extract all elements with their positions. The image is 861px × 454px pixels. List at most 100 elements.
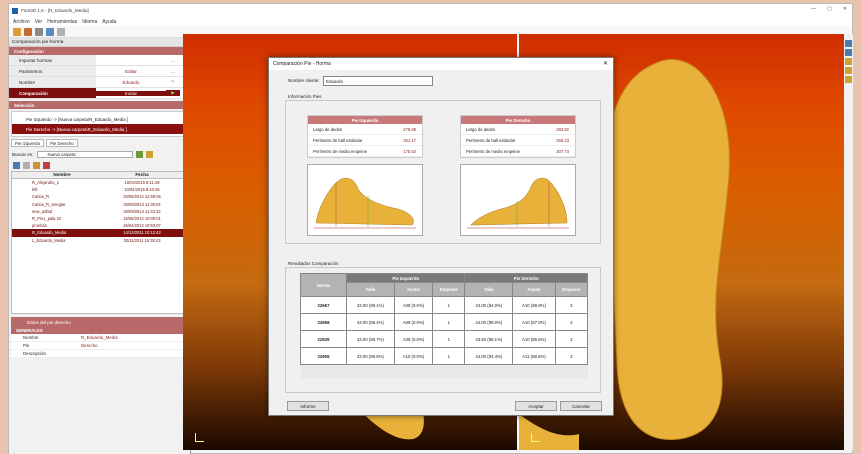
- name-value[interactable]: Eduardo: [96, 80, 166, 85]
- file-row[interactable]: new_adfad 30/09/2013 11:33:32: [12, 208, 187, 215]
- left-foot-card: Pie Izquierdo Largo de dedos 278.98 Perím…: [307, 115, 423, 158]
- browse-button[interactable]: ...: [166, 69, 180, 74]
- file-date: 10/04/2015 8:11:49: [124, 180, 160, 186]
- view-top-icon[interactable]: [845, 40, 852, 47]
- measure-value: 251.17: [403, 137, 416, 143]
- file-toolbar: [9, 160, 190, 171]
- file-row[interactable]: left 10/04/2015 8:10:46: [12, 186, 187, 193]
- file-row[interactable]: prueba1 26/04/2013 10:53:07: [12, 222, 187, 229]
- file-row[interactable]: Carlos_R_arreglar 30/09/2013 11:39:04: [12, 201, 187, 208]
- dialog-title: Comparación Pie - Horma: [273, 61, 331, 67]
- view-side-icon[interactable]: [845, 58, 852, 65]
- aceptar-button[interactable]: Aceptar: [515, 401, 557, 411]
- file-name: Carlos_R: [32, 194, 50, 200]
- left-cell: 1: [432, 330, 466, 348]
- right-cell: A10 (87.0%): [512, 313, 556, 331]
- file-date: 30/09/2013 12:59:06: [123, 194, 161, 200]
- select-icon[interactable]: [23, 162, 30, 169]
- right-foot-card-title: Pie Derecho: [461, 116, 575, 124]
- menu-idioma[interactable]: Idioma: [82, 19, 97, 25]
- result-row[interactable]: 22668 43.00 (98.4%) A09 (0.0%) 1 44.00 (99.0…: [300, 313, 589, 331]
- horma-cell: 22668: [300, 313, 347, 331]
- file-date: 16/09/2013 10:09:01: [123, 216, 161, 222]
- search-row: Buscar en: Nueva carpeta: [9, 149, 190, 160]
- foot-view-icon[interactable]: [845, 76, 852, 83]
- search-icon[interactable]: [57, 27, 65, 36]
- client-name-input[interactable]: Eduardo: [323, 76, 433, 86]
- minimize-icon[interactable]: —: [811, 6, 816, 12]
- result-row[interactable]: 22839 43.00 (98.7%) A09 (0.0%) 1 43.50 (98.1…: [300, 330, 589, 348]
- axis-gizmo-icon: [531, 433, 540, 442]
- file-row[interactable]: R_Eduardo_Media 14/12/2011 10:12:43: [12, 229, 187, 237]
- file-name: L_Eduardo_Media: [32, 237, 66, 243]
- play-icon[interactable]: ▶: [166, 90, 180, 96]
- menu-herramientas[interactable]: Herramientas: [47, 19, 77, 25]
- file-row[interactable]: L_Eduardo_Media 30/11/2011 16:38:43: [12, 237, 187, 244]
- measure-label: Perímetro de ball estándar: [466, 137, 516, 143]
- file-row[interactable]: Carlos_R 30/09/2013 12:59:06: [12, 193, 187, 200]
- print-icon[interactable]: [46, 27, 54, 36]
- export-icon[interactable]: [33, 162, 40, 169]
- right-cell: 43.50 (98.1%): [464, 330, 514, 348]
- maximize-icon[interactable]: ▢: [827, 6, 832, 12]
- measure-value: 258.23: [556, 137, 569, 143]
- open-icon[interactable]: [13, 27, 21, 36]
- col-horma: Horma: [300, 273, 347, 297]
- prop-key: Descripción: [23, 351, 46, 356]
- horma-cell: 22905: [300, 347, 347, 365]
- file-date: 14/12/2011 10:12:43: [123, 230, 161, 236]
- refresh-icon[interactable]: [135, 151, 143, 158]
- result-row[interactable]: 22905 43.00 (99.5%) A10 (0.0%) 1 44.00 (94.4…: [300, 347, 589, 365]
- config-row-parametros[interactable]: Parámetros Editar ...: [9, 66, 190, 77]
- app-logo-icon: [12, 7, 18, 14]
- menu-ver[interactable]: Ver: [35, 19, 43, 25]
- import-icon[interactable]: [13, 162, 20, 169]
- column-fecha[interactable]: Fecha: [112, 172, 172, 178]
- results-label: Resultados Comparación: [288, 261, 339, 266]
- close-icon[interactable]: ✕: [843, 6, 847, 12]
- foot-tabs: Pie Izquierdo Pie Derecho: [9, 139, 190, 147]
- file-row[interactable]: R_Pie1_pala 22 16/09/2013 10:09:01: [12, 215, 187, 222]
- measure-row: Largo de dedos 278.98: [308, 124, 422, 135]
- column-nombre[interactable]: Nombre: [12, 172, 112, 178]
- tab-pie-izquierdo[interactable]: Pie Izquierdo: [11, 139, 45, 147]
- config-label: Parámetros: [9, 66, 96, 76]
- file-list: Nombre Fecha R_Alejandro_1 10/04/2015 8:1…: [11, 171, 188, 314]
- result-row[interactable]: 22667 43.00 (99.1%) A09 (0.0%) 1 44.00 (94.0…: [300, 296, 589, 314]
- pencil-icon[interactable]: ✎: [166, 79, 180, 85]
- browse-button[interactable]: ...: [166, 58, 180, 63]
- foot-view-icon[interactable]: [845, 67, 852, 74]
- view-front-icon[interactable]: [845, 49, 852, 56]
- config-row-comparacion[interactable]: Comparación Iniciar ▶: [9, 88, 190, 99]
- tab-pie-derecho[interactable]: Pie Derecho: [46, 139, 78, 147]
- right-cell: A10 (89.6%): [512, 330, 556, 348]
- config-label: Comparación: [9, 88, 96, 98]
- right-cell: 44.00 (94.0%): [464, 296, 514, 314]
- config-row-nombre[interactable]: Nombre Eduardo ✎: [9, 77, 190, 88]
- menu-archivo[interactable]: Archivo: [13, 19, 30, 25]
- menu-bar: Archivo Ver Herramientas Idioma Ayuda: [9, 17, 852, 26]
- group-right: Pie Derecho: [464, 273, 588, 283]
- informe-button[interactable]: Informe: [287, 401, 329, 411]
- prop-key: Nombre: [23, 335, 39, 340]
- file-row[interactable]: R_Alejandro_1 10/04/2015 8:11:49: [12, 179, 187, 186]
- close-icon[interactable]: ✕: [603, 60, 608, 67]
- title-bar: Foot3D 1.6 - [R_Eduardo_Media] — ▢ ✕: [9, 4, 852, 17]
- measure-value: 175.52: [403, 148, 416, 154]
- measure-label: Perímetro de medio empeine: [466, 148, 520, 154]
- foot-icon[interactable]: [24, 27, 32, 36]
- delete-icon[interactable]: [43, 162, 50, 169]
- left-cell: 43.00 (99.1%): [346, 296, 395, 314]
- cancelar-button[interactable]: Cancelar: [560, 401, 602, 411]
- measure-value: 283.92: [556, 126, 569, 132]
- config-row-importar[interactable]: Importar hormas ...: [9, 55, 190, 66]
- menu-ayuda[interactable]: Ayuda: [102, 19, 116, 25]
- start-comparison-link[interactable]: Iniciar: [96, 90, 166, 96]
- selection-left-foot[interactable]: Pie Izquierdo -> [Nueva carpeta\R_Eduard…: [12, 114, 187, 124]
- folder-up-icon[interactable]: [145, 151, 153, 158]
- folder-select[interactable]: Nueva carpeta: [36, 151, 133, 158]
- edit-parameters-link[interactable]: Editar: [96, 69, 166, 74]
- save-icon[interactable]: [35, 27, 43, 36]
- selection-right-foot[interactable]: Pie Derecho -> [Nueva carpeta\R_Eduardo_…: [12, 124, 187, 134]
- file-name: R_Pie1_pala 22: [32, 216, 62, 222]
